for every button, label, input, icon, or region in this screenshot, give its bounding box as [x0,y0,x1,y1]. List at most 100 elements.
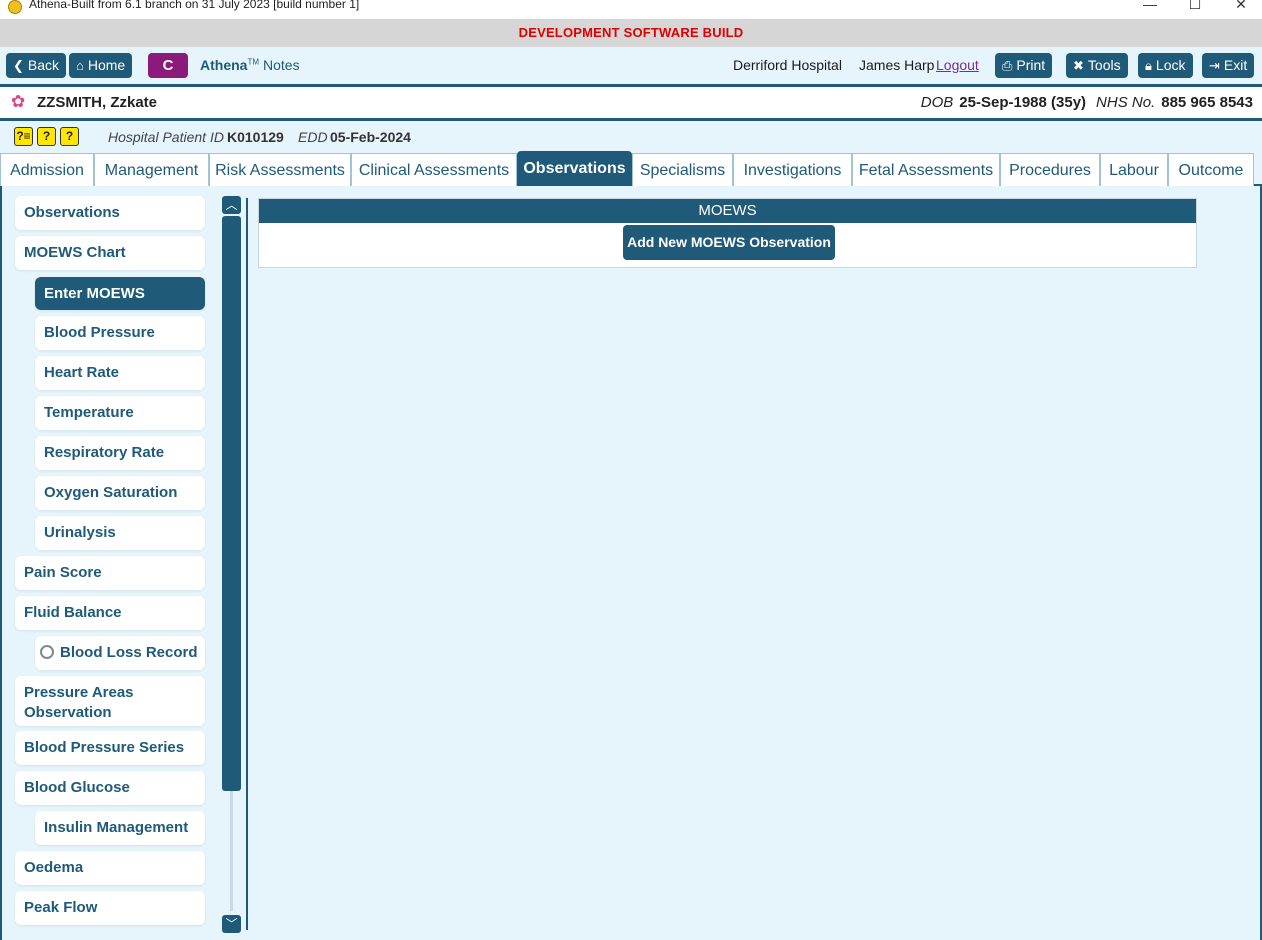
sidebar-item-label: Pain Score [24,564,102,581]
tab-fetal-assessments[interactable]: Fetal Assessments [852,153,1000,186]
patient-banner: ✿ ZZSMITH, Zzkate DOB 25-Sep-1988 (35y) NH… [0,87,1262,118]
sidebar-item-label: Blood Pressure [44,324,155,341]
main-area: Observations MOEWS Chart Enter MOEWS Blo… [0,186,1262,940]
tab-observations[interactable]: Observations [517,151,632,186]
hospital-id-value: K010129 [227,129,284,145]
scrollbar-track[interactable] [230,791,233,911]
sidebar-item-oxygen-saturation[interactable]: Oxygen Saturation [35,476,205,510]
sidebar-item-urinalysis[interactable]: Urinalysis [35,516,205,550]
logout-link[interactable]: Logout [936,57,979,73]
dev-build-banner: DEVELOPMENT SOFTWARE BUILD [0,19,1262,47]
edd-value: 05-Feb-2024 [330,129,411,145]
minimize-icon[interactable]: — [1135,0,1165,12]
sidebar-item-label: Insulin Management [44,819,189,836]
sidebar-item-oedema[interactable]: Oedema [15,851,205,885]
window-title: Athena-Built from 6.1 branch on 31 July … [29,0,360,11]
scrollbar-thumb[interactable] [222,216,241,791]
sidebar-item-label: MOEWS Chart [24,244,126,261]
nhs-value: 885 965 8543 [1161,94,1253,111]
alert-question-icon[interactable]: ? [37,127,56,146]
main-tabs: Admission Management Risk Assessments Cl… [0,151,1262,186]
sidebar-divider [246,198,248,930]
lock-label: Lock [1155,57,1186,73]
scroll-up-button[interactable]: ︿ [222,196,241,214]
sidebar-item-label: Blood Loss Record [60,644,198,661]
chevron-up-icon: ︿ [225,198,238,212]
home-button[interactable]: ⌂ Home [69,53,133,78]
radio-icon[interactable] [40,645,54,659]
back-label: Back [27,57,60,73]
nhs-label: NHS No. [1096,94,1156,111]
sidebar-item-label: Oedema [24,859,84,876]
sidebar-item-pressure-areas-observation[interactable]: Pressure Areas Observation [15,676,205,726]
sidebar-item-label: Heart Rate [44,364,120,381]
patient-id-bar: ?≡ ? ? Hospital Patient ID K010129 EDD 0… [0,121,1262,153]
sidebar-item-respiratory-rate[interactable]: Respiratory Rate [35,436,205,470]
flower-icon: ✿ [11,92,26,111]
hospital-id-label: Hospital Patient ID [108,129,224,145]
tools-icon: ✖ [1073,58,1084,73]
sidebar-item-label: Observations [24,204,120,221]
patient-dob-nhs: DOB 25-Sep-1988 (35y) NHS No. 885 965 8543 [921,94,1253,111]
sidebar-item-blood-glucose[interactable]: Blood Glucose [15,771,205,805]
tab-labour[interactable]: Labour [1100,153,1168,186]
sidebar-item-blood-loss-record[interactable]: Blood Loss Record [35,636,205,670]
print-button[interactable]: ⎙ Print [995,53,1053,78]
home-icon: ⌂ [76,58,84,73]
app-icon [8,0,22,14]
sidebar-item-pain-score[interactable]: Pain Score [15,556,205,590]
add-moews-observation-button[interactable]: Add New MOEWS Observation [623,225,835,260]
close-icon[interactable]: ✕ [1226,0,1256,13]
tab-admission[interactable]: Admission [0,153,94,186]
tab-outcome[interactable]: Outcome [1168,153,1254,186]
tab-management[interactable]: Management [94,153,209,186]
hospital-name: Derriford Hospital [733,57,842,73]
sidebar-item-label: Temperature [44,404,134,421]
dob-value: 25-Sep-1988 (35y) [959,94,1087,111]
window-titlebar: Athena-Built from 6.1 branch on 31 July … [0,0,1262,19]
alert-question-icon[interactable]: ? [60,127,79,146]
lock-button[interactable]: 🔒︎ Lock [1138,53,1193,78]
sidebar-item-insulin-management[interactable]: Insulin Management [35,811,205,845]
chevron-left-icon: ❮ [13,58,24,73]
sidebar-item-fluid-balance[interactable]: Fluid Balance [15,596,205,630]
printer-icon: ⎙ [1002,58,1013,73]
sidebar-item-moews-chart[interactable]: MOEWS Chart [15,236,205,270]
tab-specialisms[interactable]: Specialisms [632,153,733,186]
sidebar-item-enter-moews[interactable]: Enter MOEWS [35,277,205,310]
sidebar-item-label: Fluid Balance [24,604,122,621]
lock-icon: 🔒︎ [1145,58,1152,73]
sidebar-item-peak-flow[interactable]: Peak Flow [15,891,205,925]
sidebar-item-label: Urinalysis [44,524,116,541]
scroll-down-button[interactable]: ﹀ [222,915,241,933]
panel-title: MOEWS [259,199,1196,223]
edd-label: EDD [298,129,328,145]
sidebar-item-blood-pressure-series[interactable]: Blood Pressure Series [15,731,205,765]
sidebar-item-temperature[interactable]: Temperature [35,396,205,430]
maximize-icon[interactable]: ☐ [1180,0,1210,13]
app-brand: AthenaTM Notes [200,57,300,73]
user-name: James Harp [859,57,935,73]
exit-label: Exit [1223,57,1248,73]
tools-label: Tools [1087,57,1121,73]
tools-button[interactable]: ✖ Tools [1066,53,1128,78]
back-button[interactable]: ❮ Back [6,53,67,78]
sidebar-item-label: Respiratory Rate [44,444,165,461]
sidebar-item-heart-rate[interactable]: Heart Rate [35,356,205,390]
brand-tm: TM [247,57,260,67]
sidebar-item-observations[interactable]: Observations [15,196,205,230]
tab-clinical-assessments[interactable]: Clinical Assessments [351,153,517,186]
alert-list-icon[interactable]: ?≡ [14,127,33,146]
sidebar-item-blood-pressure[interactable]: Blood Pressure [35,316,205,350]
sidebar-item-label: Pressure Areas Observation [24,684,134,721]
home-label: Home [87,57,126,73]
patient-name: ZZSMITH, Zzkate [37,94,158,111]
exit-button[interactable]: ⇥ Exit [1202,53,1255,78]
print-label: Print [1016,57,1046,73]
c-button[interactable]: C [148,53,188,78]
exit-icon: ⇥ [1209,58,1220,73]
tab-investigations[interactable]: Investigations [733,153,852,186]
tab-risk-assessments[interactable]: Risk Assessments [209,153,351,186]
tab-procedures[interactable]: Procedures [1000,153,1100,186]
sidebar-item-label: Blood Pressure Series [24,739,185,756]
